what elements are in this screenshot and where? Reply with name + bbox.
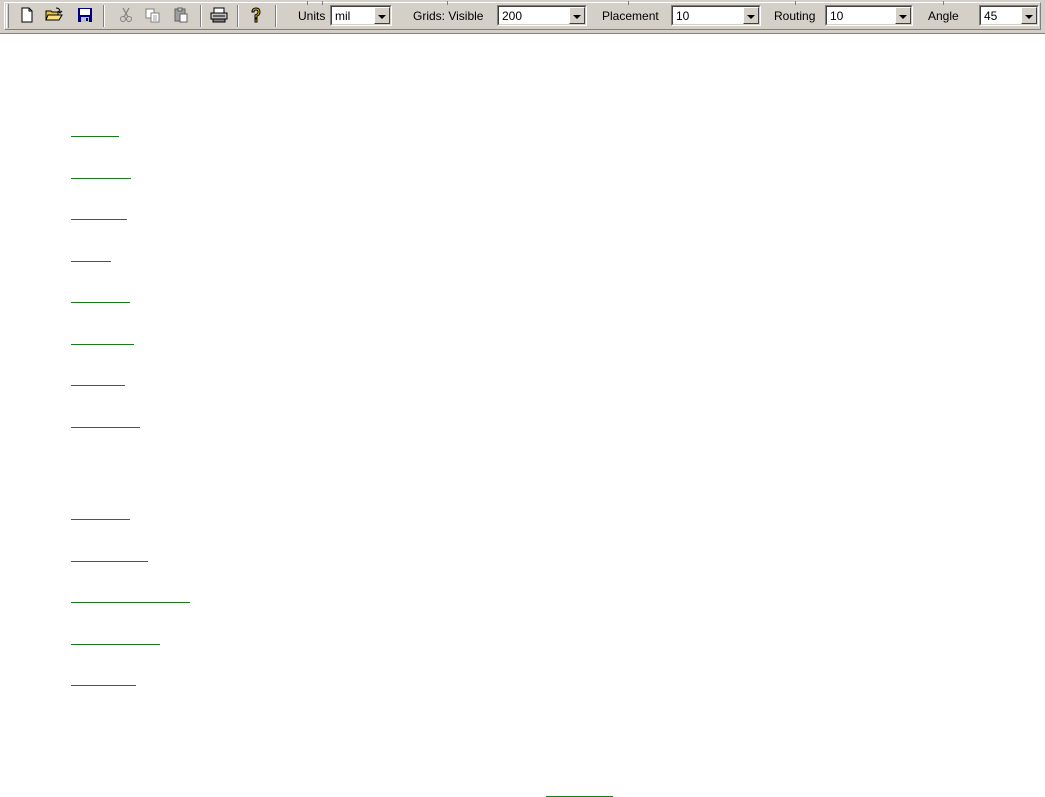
angle-select[interactable]: 45 <box>979 5 1039 26</box>
grids-visible-select[interactable]: 200 <box>497 5 587 26</box>
cut-button[interactable] <box>115 4 137 26</box>
link-underline[interactable] <box>71 634 160 645</box>
placement-label: Placement <box>602 9 659 23</box>
link-underline[interactable] <box>71 417 140 428</box>
cut-icon <box>118 7 134 23</box>
grids-visible-value: 200 <box>502 9 523 23</box>
link-underline[interactable] <box>71 375 125 386</box>
link-underline[interactable] <box>71 168 131 179</box>
new-file-icon <box>19 7 35 23</box>
footer-link-underline[interactable] <box>546 786 613 797</box>
link-underline[interactable] <box>71 292 130 303</box>
link-underline[interactable] <box>71 209 127 220</box>
print-icon <box>210 7 228 23</box>
toolbar-separator <box>237 5 239 27</box>
placement-dropdown-button[interactable] <box>743 7 759 24</box>
chevron-down-icon <box>1025 7 1033 25</box>
chevron-down-icon <box>573 7 581 25</box>
toolbar-separator <box>275 5 277 27</box>
save-icon <box>77 7 93 23</box>
save-button[interactable] <box>74 4 96 26</box>
link-underline[interactable] <box>71 251 111 262</box>
link-underline[interactable] <box>71 675 136 686</box>
units-dropdown-button[interactable] <box>374 7 390 24</box>
chevron-down-icon <box>378 7 386 25</box>
copy-icon <box>145 7 161 23</box>
chevron-down-icon <box>747 7 755 25</box>
toolbar-separator <box>200 5 202 27</box>
print-button[interactable] <box>208 4 230 26</box>
angle-value: 45 <box>984 9 998 23</box>
help-button[interactable] <box>245 4 267 26</box>
routing-select[interactable]: 10 <box>825 5 913 26</box>
routing-label: Routing <box>774 9 816 23</box>
grids-visible-label: Grids: Visible <box>413 9 484 23</box>
units-select[interactable]: mil <box>330 5 392 26</box>
link-underline[interactable] <box>71 551 148 562</box>
help-icon <box>248 7 264 23</box>
link-underline[interactable] <box>71 334 134 345</box>
link-underline[interactable] <box>71 126 119 137</box>
routing-dropdown-button[interactable] <box>895 7 911 24</box>
grids-dropdown-button[interactable] <box>569 7 585 24</box>
routing-value: 10 <box>830 9 844 23</box>
link-underline[interactable] <box>71 592 190 603</box>
chevron-down-icon <box>899 7 907 25</box>
placement-select[interactable]: 10 <box>671 5 761 26</box>
open-button[interactable] <box>43 4 65 26</box>
angle-dropdown-button[interactable] <box>1021 7 1037 24</box>
main-toolbar: Units mil Grids: Visible 200 Placement 1… <box>0 0 1045 34</box>
new-file-button[interactable] <box>16 4 38 26</box>
units-value: mil <box>335 9 351 23</box>
toolbar-grip[interactable] <box>6 4 9 28</box>
units-label: Units <box>298 9 326 23</box>
paste-button[interactable] <box>170 4 192 26</box>
angle-label: Angle <box>928 9 959 23</box>
open-folder-icon <box>45 7 63 23</box>
link-underline[interactable] <box>71 509 130 520</box>
copy-button[interactable] <box>142 4 164 26</box>
toolbar-separator <box>103 5 105 27</box>
paste-icon <box>173 7 189 23</box>
placement-value: 10 <box>676 9 690 23</box>
